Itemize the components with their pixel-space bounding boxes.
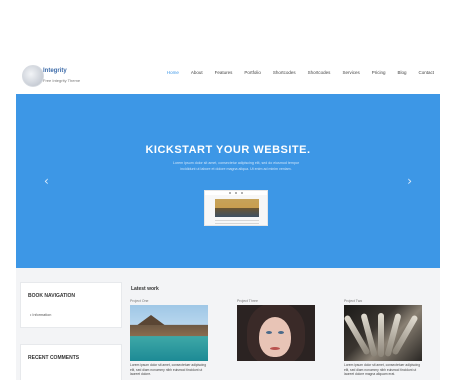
- nav-item-home[interactable]: Home: [161, 68, 185, 78]
- latest-work-title: Latest work: [131, 286, 159, 292]
- portfolio-image[interactable]: [130, 305, 208, 361]
- content-area: BOOK NAVIGATION • Information RECENT COM…: [16, 268, 440, 380]
- site-tagline: Free Integrity Theme: [43, 78, 81, 83]
- widget-link-label[interactable]: Information: [32, 313, 51, 317]
- portfolio-image[interactable]: [344, 305, 422, 361]
- widget-title: BOOK NAVIGATION: [28, 293, 76, 299]
- nav-item-services[interactable]: Services: [336, 68, 365, 78]
- hero-title: KICKSTART YOUR WEBSITE.: [145, 144, 311, 156]
- nav-item-about[interactable]: About: [185, 68, 209, 78]
- hero-slider: ‹ KICKSTART YOUR WEBSITE. Lorem ipsum do…: [16, 94, 440, 268]
- site-title[interactable]: Integrity: [43, 68, 67, 74]
- nav-item-pricing[interactable]: Pricing: [366, 68, 392, 78]
- nav-item-contact[interactable]: Contact: [412, 68, 440, 78]
- recent-comments-widget: RECENT COMMENTS: [20, 344, 122, 380]
- logo-icon[interactable]: [22, 65, 44, 87]
- hero-description: Lorem ipsum dolor sit amet, consectetur …: [172, 161, 300, 171]
- nav-item-features[interactable]: Features: [209, 68, 239, 78]
- widget-link-information[interactable]: • Information: [30, 313, 51, 317]
- main-nav: Home About Features Portfolio Shortcodes…: [161, 68, 440, 78]
- card-label: Project Three: [237, 299, 258, 303]
- site-header: Integrity Free Integrity Theme Home Abou…: [16, 60, 440, 94]
- portfolio-card[interactable]: Project One Lorem ipsum dolor sit amet, …: [130, 297, 208, 377]
- chevron-right-icon[interactable]: ›: [407, 174, 412, 188]
- hero-screenshot-image: [204, 190, 268, 226]
- card-text: Lorem ipsum dolor sit amet, consectetuer…: [130, 363, 207, 377]
- nav-item-blog[interactable]: Blog: [391, 68, 412, 78]
- nav-item-shortcodes[interactable]: Shortcodes: [267, 68, 302, 78]
- card-text: Lorem ipsum dolor sit amet, consectetuer…: [344, 363, 421, 377]
- portfolio-card[interactable]: Project Two Lorem ipsum dolor sit amet, …: [344, 297, 422, 377]
- widget-title: RECENT COMMENTS: [28, 355, 80, 361]
- nav-item-shortcodes-2[interactable]: Shortcodes: [302, 68, 337, 78]
- chevron-left-icon[interactable]: ‹: [44, 174, 49, 188]
- card-label: Project One: [130, 299, 149, 303]
- nav-item-portfolio[interactable]: Portfolio: [238, 68, 267, 78]
- book-navigation-widget: BOOK NAVIGATION • Information: [20, 282, 122, 328]
- portfolio-card[interactable]: Project Three: [237, 297, 315, 361]
- portfolio-image[interactable]: [237, 305, 315, 361]
- card-label: Project Two: [344, 299, 363, 303]
